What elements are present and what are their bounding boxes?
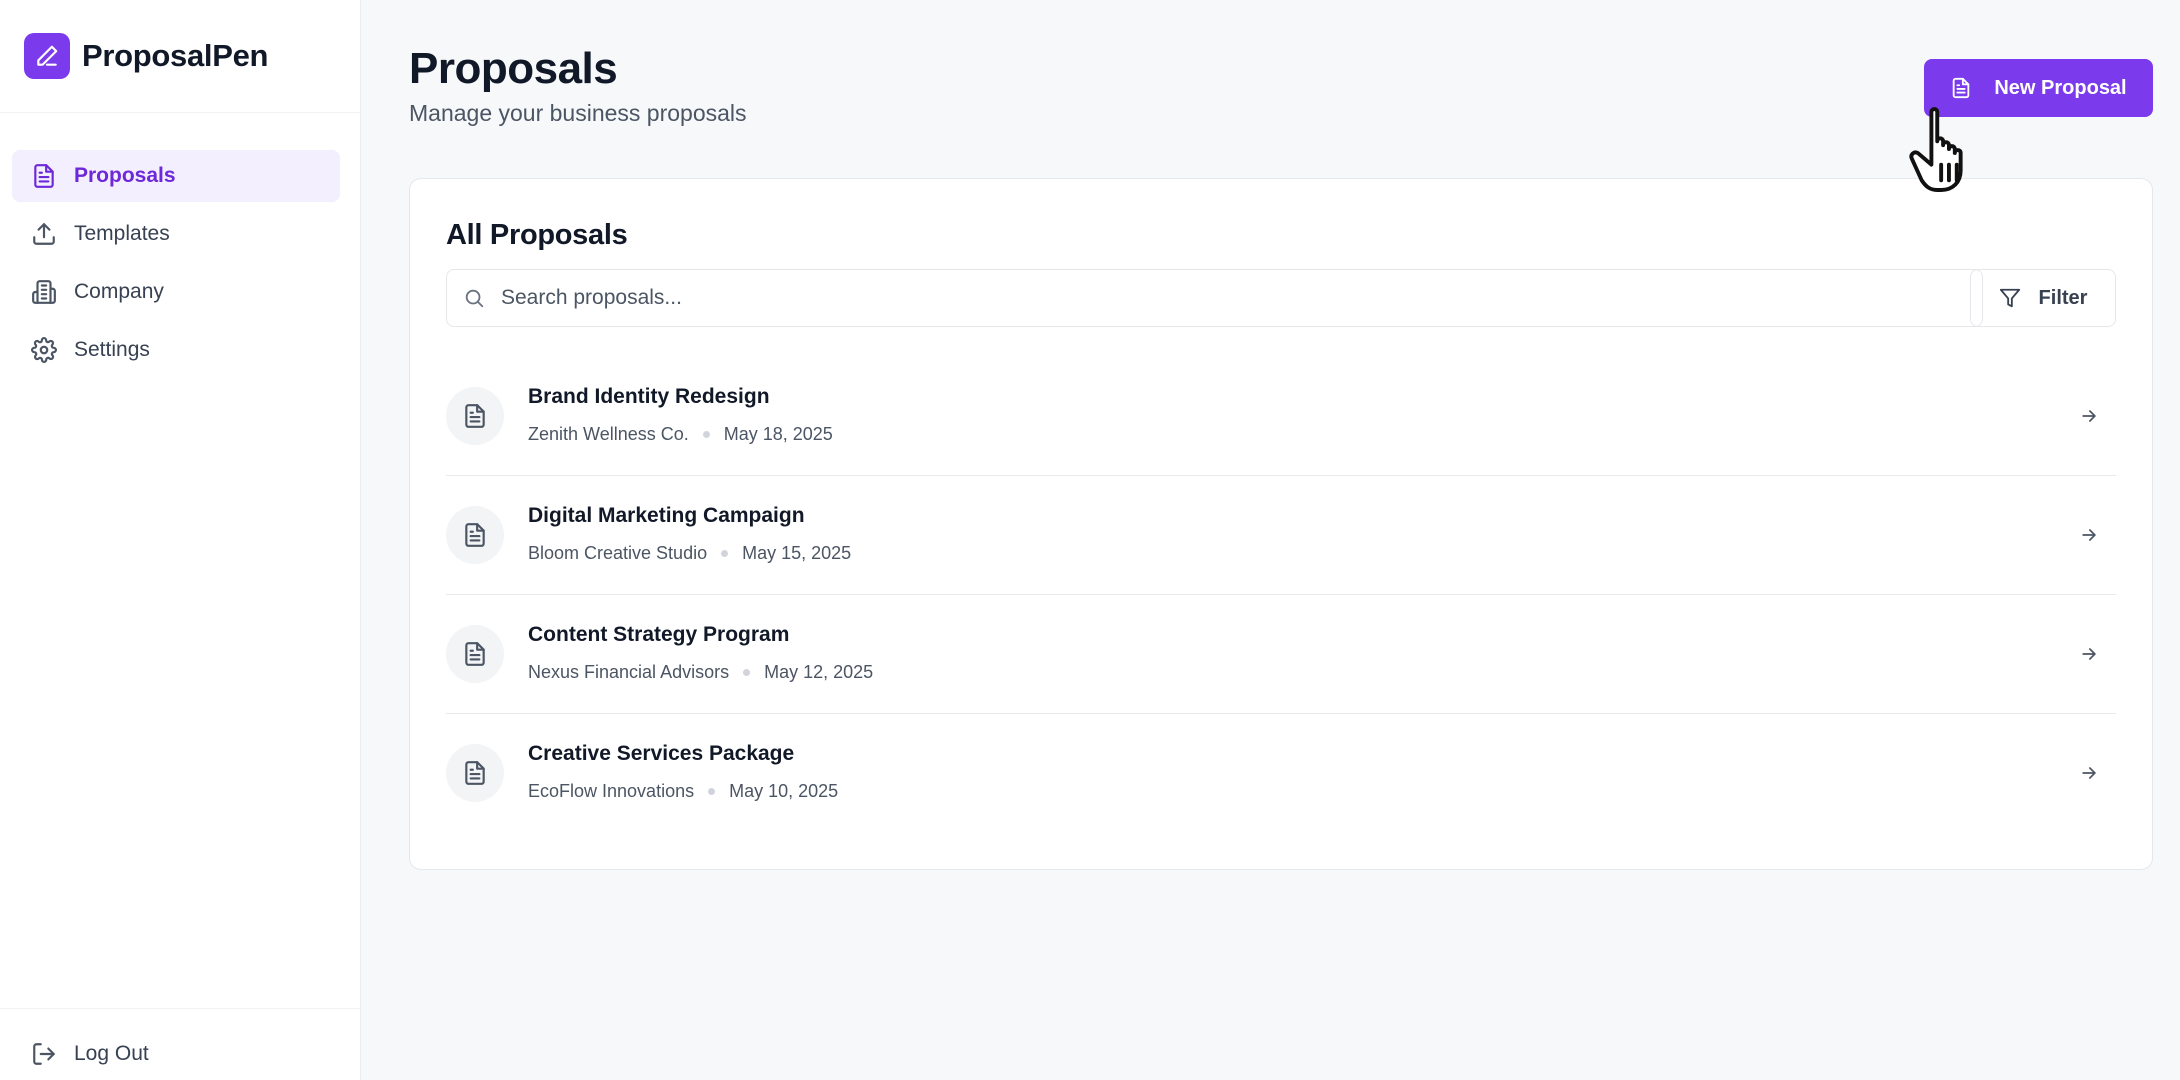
sidebar-item-label: Company	[74, 280, 164, 303]
sidebar-item-settings[interactable]: Settings	[12, 324, 340, 376]
separator-dot	[708, 788, 716, 795]
new-proposal-label: New Proposal	[1994, 76, 2127, 99]
proposal-row[interactable]: Digital Marketing Campaign Bloom Creativ…	[446, 476, 2116, 595]
upload-icon	[30, 220, 58, 248]
arrow-right-icon[interactable]	[2076, 403, 2102, 429]
proposal-date: May 10, 2025	[729, 781, 839, 801]
logout-label: Log Out	[74, 1042, 149, 1065]
separator-dot	[721, 550, 729, 557]
proposal-meta: Zenith Wellness Co. May 18, 2025	[528, 424, 833, 445]
file-text-icon	[1950, 77, 1972, 99]
app-name: ProposalPen	[82, 38, 269, 73]
separator-dot	[702, 431, 710, 438]
sidebar-item-proposals[interactable]: Proposals	[12, 150, 340, 202]
filter-icon	[1999, 287, 2021, 309]
hand-cursor-icon	[1909, 107, 1963, 192]
proposal-row[interactable]: Brand Identity Redesign Zenith Wellness …	[446, 357, 2116, 476]
file-text-icon	[446, 625, 504, 683]
proposals-card: All Proposals Search proposals... Filter…	[409, 178, 2153, 870]
proposal-client: EcoFlow Innovations	[528, 781, 695, 801]
arrow-right-icon[interactable]	[2076, 522, 2102, 548]
proposal-list: Brand Identity Redesign Zenith Wellness …	[446, 357, 2116, 833]
separator-dot	[743, 669, 751, 676]
page-subtitle: Manage your business proposals	[409, 100, 747, 126]
proposal-client: Zenith Wellness Co.	[528, 424, 689, 444]
sidebar: ProposalPen Proposals Templates Company …	[0, 0, 361, 1080]
proposal-row[interactable]: Creative Services Package EcoFlow Innova…	[446, 714, 2116, 833]
card-title: All Proposals	[446, 219, 628, 251]
search-input[interactable]: Search proposals...	[446, 269, 1983, 327]
proposal-meta: EcoFlow Innovations May 10, 2025	[528, 781, 838, 802]
arrow-right-icon[interactable]	[2076, 760, 2102, 786]
arrow-right-icon[interactable]	[2076, 641, 2102, 667]
divider	[0, 1008, 360, 1009]
proposal-client: Nexus Financial Advisors	[528, 662, 730, 682]
gear-icon	[30, 336, 58, 364]
search-icon	[463, 287, 485, 309]
file-text-icon	[446, 506, 504, 564]
sidebar-nav: Proposals Templates Company Settings	[12, 150, 340, 382]
proposal-date: May 15, 2025	[742, 543, 852, 563]
proposal-title: Brand Identity Redesign	[528, 385, 770, 408]
filter-label: Filter	[2038, 286, 2088, 309]
page-title: Proposals	[409, 44, 618, 93]
brand[interactable]: ProposalPen	[24, 32, 269, 80]
file-text-icon	[30, 162, 58, 190]
proposal-meta: Nexus Financial Advisors May 12, 2025	[528, 662, 873, 683]
filter-button[interactable]: Filter	[1970, 269, 2116, 327]
proposal-title: Digital Marketing Campaign	[528, 504, 805, 527]
sidebar-item-label: Settings	[74, 338, 150, 361]
sidebar-item-label: Proposals	[74, 164, 176, 187]
search-placeholder: Search proposals...	[501, 286, 682, 309]
proposal-date: May 18, 2025	[723, 424, 833, 444]
building-icon	[30, 278, 58, 306]
proposal-title: Content Strategy Program	[528, 623, 790, 646]
logout-icon	[30, 1040, 58, 1068]
sidebar-item-company[interactable]: Company	[12, 266, 340, 318]
sidebar-item-templates[interactable]: Templates	[12, 208, 340, 260]
proposal-date: May 12, 2025	[764, 662, 874, 682]
logout-button[interactable]: Log Out	[30, 1040, 149, 1068]
sidebar-item-label: Templates	[74, 222, 170, 245]
proposal-title: Creative Services Package	[528, 742, 795, 765]
file-text-icon	[446, 744, 504, 802]
file-text-icon	[446, 387, 504, 445]
proposal-client: Bloom Creative Studio	[528, 543, 708, 563]
pen-icon	[24, 33, 70, 79]
proposal-meta: Bloom Creative Studio May 15, 2025	[528, 543, 851, 564]
proposal-row[interactable]: Content Strategy Program Nexus Financial…	[446, 595, 2116, 714]
divider	[0, 112, 360, 113]
